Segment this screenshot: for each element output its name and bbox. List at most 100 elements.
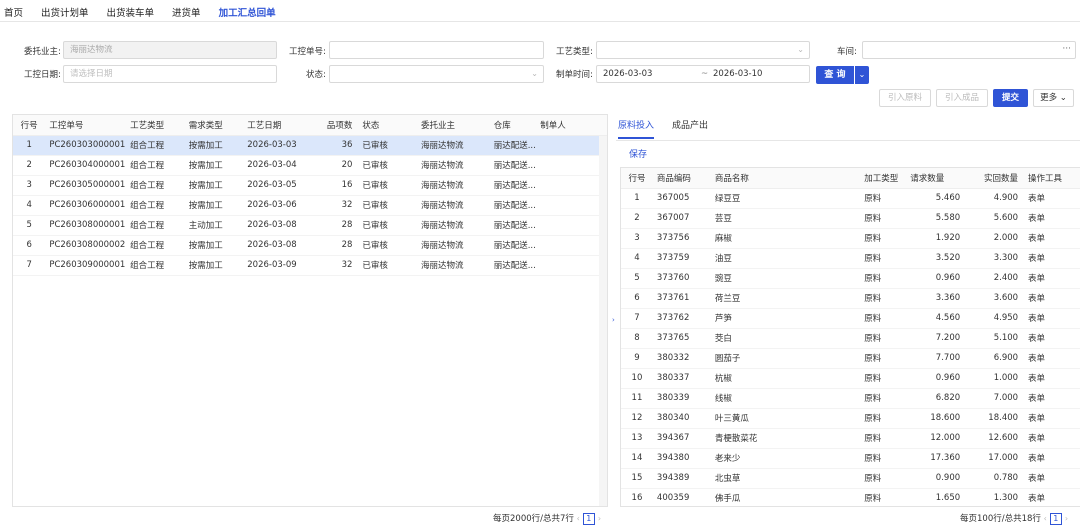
form-link[interactable]: 表单 xyxy=(1024,328,1080,349)
form-link[interactable]: 表单 xyxy=(1024,248,1080,269)
table-cell: 2026-03-06 xyxy=(243,195,314,216)
worktype-select[interactable]: ⌄ xyxy=(596,41,810,59)
form-link[interactable]: 表单 xyxy=(1024,228,1080,249)
page-number[interactable]: 1 xyxy=(582,512,595,525)
table-row[interactable]: 7 PC260309000001 组合工程 按需加工 2026-03-09 32 已审核 海丽… xyxy=(13,255,607,276)
more-dots-icon[interactable]: ··· xyxy=(1062,42,1071,57)
table-cell: 丽达配送... xyxy=(489,255,537,276)
table-row[interactable]: 15 394389 北虫草 原料 0.900 0.780 表单 xyxy=(621,468,1080,489)
table-row[interactable]: 2 367007 芸豆 原料 5.580 5.600 表单 xyxy=(621,208,1080,229)
col-header[interactable]: 工控单号 xyxy=(45,115,127,136)
left-scrollbar[interactable] xyxy=(599,136,607,506)
table-row[interactable]: 6 373761 荷兰豆 原料 3.360 3.600 表单 xyxy=(621,288,1080,309)
table-cell: 14 xyxy=(621,448,653,469)
form-link[interactable]: 表单 xyxy=(1024,408,1080,429)
status-select[interactable]: ⌄ xyxy=(329,65,544,83)
page-number[interactable]: 1 xyxy=(1049,512,1062,525)
col-header[interactable]: 品项数 xyxy=(313,115,359,136)
col-header[interactable]: 行号 xyxy=(621,168,653,189)
col-header[interactable]: 商品编码 xyxy=(652,168,711,189)
col-header[interactable]: 委托业主 xyxy=(416,115,490,136)
form-link[interactable]: 表单 xyxy=(1024,388,1080,409)
col-header[interactable]: 实回数量 xyxy=(966,168,1025,189)
table-row[interactable]: 2 PC260304000001 组合工程 按需加工 2026-03-04 20 已审核 海丽… xyxy=(13,155,607,176)
nav-loading-order[interactable]: 出货装车单 xyxy=(107,5,155,19)
table-cell: 18.400 xyxy=(966,408,1025,429)
table-row[interactable]: 6 PC260308000002 组合工程 按需加工 2026-03-08 28 已审核 海丽… xyxy=(13,235,607,256)
import-material-button[interactable]: 引入原料 xyxy=(879,89,931,107)
date-to[interactable]: 2026-03-10 xyxy=(713,66,762,82)
date-range-input[interactable]: 2026-03-03 ~ 2026-03-10 xyxy=(596,65,810,83)
table-cell: 7.200 xyxy=(906,328,967,349)
query-dropdown-button[interactable]: ⌄ xyxy=(855,66,869,84)
col-header[interactable]: 商品名称 xyxy=(710,168,861,189)
col-header[interactable]: 需求类型 xyxy=(184,115,244,136)
form-link[interactable]: 表单 xyxy=(1024,188,1080,209)
form-link[interactable]: 表单 xyxy=(1024,308,1080,329)
form-link[interactable]: 表单 xyxy=(1024,468,1080,489)
col-header[interactable]: 请求数量 xyxy=(906,168,967,189)
table-row[interactable]: 1 367005 绿豆豆 原料 5.460 4.900 表单 xyxy=(621,188,1080,209)
form-link[interactable]: 表单 xyxy=(1024,268,1080,289)
table-cell: 原料 xyxy=(860,368,907,389)
form-link[interactable]: 表单 xyxy=(1024,488,1080,506)
form-link[interactable]: 表单 xyxy=(1024,428,1080,449)
tab-material-input[interactable]: 原料投入 xyxy=(618,118,655,139)
table-row[interactable]: 16 400359 佛手瓜 原料 1.650 1.300 表单 xyxy=(621,488,1080,506)
table-row[interactable]: 13 394367 青梗散菜花 原料 12.000 12.600 表单 xyxy=(621,428,1080,449)
workdate-input[interactable]: 请选择日期 xyxy=(63,65,277,83)
prev-page-icon[interactable]: ‹ xyxy=(577,514,580,523)
table-cell: 16 xyxy=(621,488,653,506)
table-row[interactable]: 11 380339 线椒 原料 6.820 7.000 表单 xyxy=(621,388,1080,409)
table-row[interactable]: 8 373765 茭白 原料 7.200 5.100 表单 xyxy=(621,328,1080,349)
table-row[interactable]: 3 PC260305000001 组合工程 按需加工 2026-03-05 16 已审核 海丽… xyxy=(13,175,607,196)
col-header[interactable]: 行号 xyxy=(13,115,46,136)
table-cell: 36 xyxy=(313,135,359,156)
table-row[interactable]: 12 380340 叶三黄瓜 原料 18.600 18.400 表单 xyxy=(621,408,1080,429)
prev-page-icon[interactable]: ‹ xyxy=(1044,514,1047,523)
nav-purchase-order[interactable]: 进货单 xyxy=(172,5,201,19)
nav-home[interactable]: 首页 xyxy=(4,5,23,19)
next-page-icon[interactable]: › xyxy=(598,514,601,523)
col-header[interactable]: 加工类型 xyxy=(860,168,907,189)
more-button[interactable]: 更多 ⌄ xyxy=(1033,89,1074,107)
table-row[interactable]: 14 394380 老来少 原料 17.360 17.000 表单 xyxy=(621,448,1080,469)
col-header[interactable]: 操作工具 xyxy=(1024,168,1080,189)
query-button[interactable]: 查 询 xyxy=(816,66,854,84)
table-row[interactable]: 4 373759 油豆 原料 3.520 3.300 表单 xyxy=(621,248,1080,269)
date-from[interactable]: 2026-03-03 xyxy=(603,69,652,79)
workshop-input[interactable]: ··· xyxy=(862,41,1076,59)
nav-processing-summary[interactable]: 加工汇总回单 xyxy=(219,5,276,19)
table-cell: 2026-03-04 xyxy=(243,155,314,176)
table-row[interactable]: 9 380332 圆茄子 原料 7.700 6.900 表单 xyxy=(621,348,1080,369)
form-link[interactable]: 表单 xyxy=(1024,348,1080,369)
table-row[interactable]: 1 PC260303000001 组合工程 按需加工 2026-03-03 36 已审核 海丽… xyxy=(13,135,607,156)
table-row[interactable]: 5 373760 豌豆 原料 0.960 2.400 表单 xyxy=(621,268,1080,289)
workno-input[interactable] xyxy=(329,41,544,59)
tab-product-output[interactable]: 成品产出 xyxy=(672,118,708,139)
col-header[interactable]: 仓库 xyxy=(489,115,537,136)
form-link[interactable]: 表单 xyxy=(1024,448,1080,469)
table-row[interactable]: 5 PC260308000001 组合工程 主动加工 2026-03-08 28 已审核 海丽… xyxy=(13,215,607,236)
nav-shipping-plan[interactable]: 出货计划单 xyxy=(41,5,89,19)
table-row[interactable]: 4 PC260306000001 组合工程 按需加工 2026-03-06 32 已审核 海丽… xyxy=(13,195,607,216)
table-row[interactable]: 7 373762 芦笋 原料 4.560 4.950 表单 xyxy=(621,308,1080,329)
form-link[interactable]: 表单 xyxy=(1024,368,1080,389)
col-header[interactable]: 工艺日期 xyxy=(243,115,314,136)
table-row[interactable]: 3 373756 麻椒 原料 1.920 2.000 表单 xyxy=(621,228,1080,249)
col-header[interactable]: 工艺类型 xyxy=(126,115,185,136)
table-cell: 380337 xyxy=(652,368,711,389)
table-cell: 28 xyxy=(313,215,359,236)
next-page-icon[interactable]: › xyxy=(1065,514,1068,523)
col-header[interactable]: 制单人 xyxy=(536,115,607,136)
table-cell: 原料 xyxy=(860,288,907,309)
import-product-button[interactable]: 引入成品 xyxy=(936,89,988,107)
table-row[interactable]: 10 380337 杭椒 原料 0.960 1.000 表单 xyxy=(621,368,1080,389)
col-header[interactable]: 状态 xyxy=(358,115,417,136)
save-button[interactable]: 保存 xyxy=(629,147,647,160)
form-link[interactable]: 表单 xyxy=(1024,208,1080,229)
splitter-arrow-icon[interactable]: › xyxy=(612,316,615,324)
table-cell: 佛手瓜 xyxy=(710,488,861,506)
form-link[interactable]: 表单 xyxy=(1024,288,1080,309)
submit-button[interactable]: 提交 xyxy=(993,89,1028,107)
